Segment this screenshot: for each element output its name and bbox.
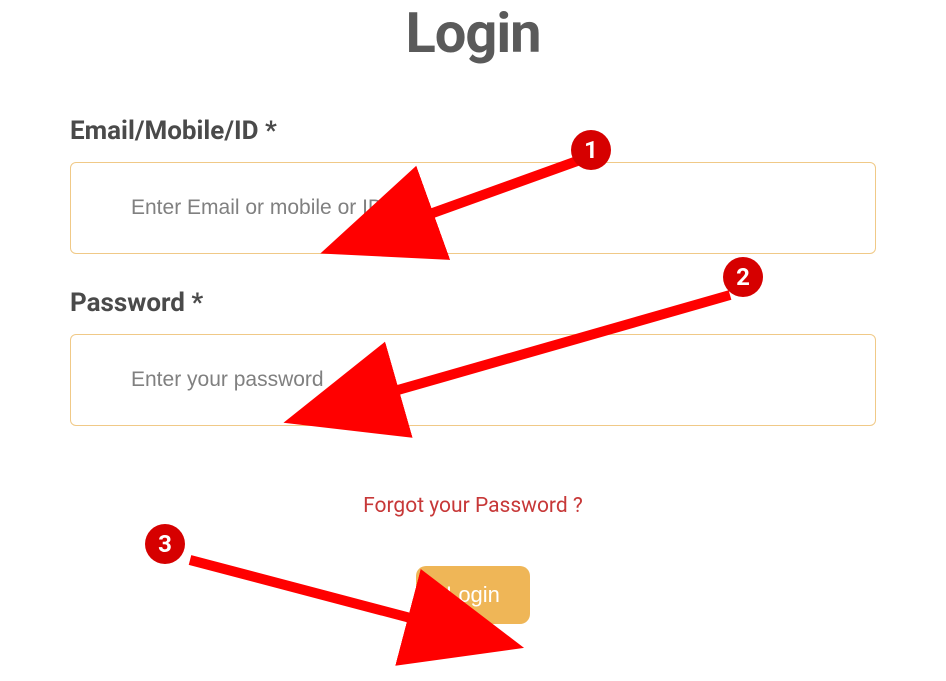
login-button[interactable]: Login: [416, 566, 530, 624]
identifier-input[interactable]: [70, 162, 876, 254]
annotation-badge-3: 3: [145, 524, 185, 564]
forgot-password-link[interactable]: Forgot your Password ?: [70, 494, 876, 518]
annotation-badge-2: 2: [723, 257, 763, 297]
annotation-badge-1: 1: [571, 130, 611, 170]
identifier-label: Email/Mobile/ID *: [70, 116, 876, 146]
page-title: Login: [70, 0, 876, 66]
field-group-password: Password *: [70, 288, 876, 460]
password-input[interactable]: [70, 334, 876, 426]
